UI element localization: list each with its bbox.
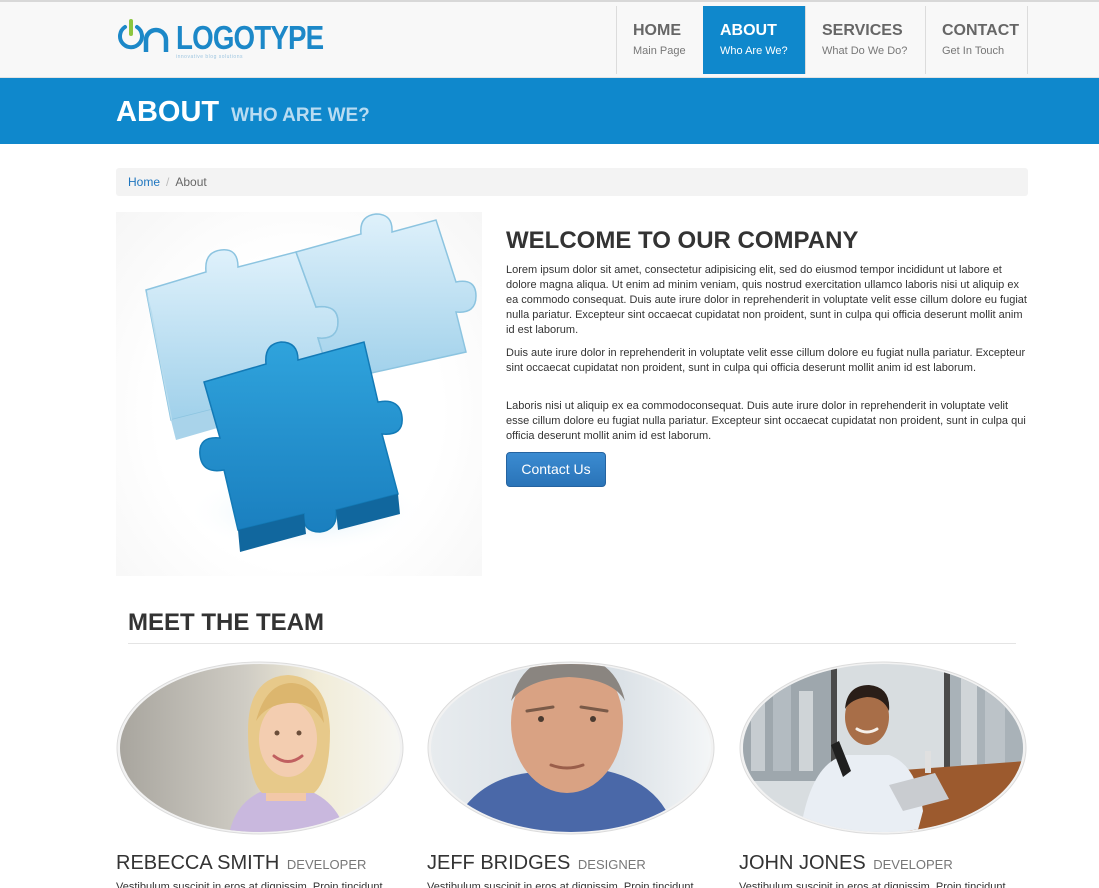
nav-title: CONTACT — [942, 22, 1020, 39]
nav-item-home[interactable]: HOME Main Page — [616, 6, 703, 74]
nav-item-services[interactable]: SERVICES What Do We Do? — [805, 6, 925, 74]
nav-subtitle: Get In Touch — [942, 45, 1005, 57]
team-member-name: JEFF BRIDGES DESIGNER — [427, 851, 646, 877]
top-navbar: LOGOTYPE innovative blog solutions HOME … — [0, 0, 1099, 78]
welcome-paragraph-3: Laboris nisi ut aliquip ex ea commodocon… — [506, 400, 1026, 442]
puzzle-pieces-illustration — [145, 213, 477, 552]
team-member-bio: Vestibulum suscipit in eros at dignissim… — [739, 881, 1006, 888]
member-role: DEVELOPER — [873, 857, 953, 872]
welcome-heading: WELCOME TO OUR COMPANY — [506, 227, 859, 254]
page-subtitle: WHO ARE WE? — [231, 105, 370, 126]
member-role: DESIGNER — [577, 857, 646, 872]
breadcrumb-separator: / — [166, 175, 170, 189]
nav-subtitle: Main Page — [633, 45, 686, 57]
nav-item-about[interactable]: ABOUT Who Are We? — [703, 6, 805, 74]
nav-title: SERVICES — [822, 22, 903, 39]
member-name-text: JEFF BRIDGES — [427, 852, 571, 874]
breadcrumb: Home / About — [116, 168, 1028, 196]
team-heading: MEET THE TEAM — [128, 609, 324, 636]
nav-subtitle: What Do We Do? — [822, 45, 908, 57]
team-photo-rebecca — [116, 661, 404, 835]
page-banner: ABOUT WHO ARE WE? — [0, 78, 1099, 144]
team-member-name: JOHN JONES DEVELOPER — [739, 851, 953, 877]
logo-text: LOGOTYPE — [176, 19, 324, 56]
team-member-name: REBECCA SMITH DEVELOPER — [116, 851, 366, 877]
page-title-main: ABOUT — [116, 96, 220, 128]
team-member-bio: Vestibulum suscipit in eros at dignissim… — [427, 881, 694, 888]
logo[interactable]: LOGOTYPE innovative blog solutions — [116, 18, 324, 62]
team-photo-jeff — [427, 661, 715, 835]
welcome-paragraph-1: Lorem ipsum dolor sit amet, consectetur … — [506, 264, 1027, 336]
welcome-paragraph-2: Duis aute irure dolor in reprehenderit i… — [506, 347, 1026, 374]
puzzle-image — [116, 212, 482, 576]
breadcrumb-home-link[interactable]: Home — [128, 175, 160, 189]
nav-title: HOME — [633, 22, 681, 39]
breadcrumb-current: About — [175, 175, 207, 189]
page-title: ABOUT WHO ARE WE? — [116, 96, 370, 132]
logo-tagline: innovative blog solutions — [176, 54, 243, 60]
member-role: DEVELOPER — [286, 857, 367, 872]
team-photo-john — [739, 661, 1027, 835]
nav-subtitle: Who Are We? — [720, 45, 788, 57]
team-divider — [128, 643, 1016, 644]
contact-us-button[interactable]: Contact Us — [506, 452, 606, 487]
nav-title: ABOUT — [720, 22, 777, 39]
power-toggle-icon — [118, 19, 169, 52]
member-name-text: REBECCA SMITH — [116, 852, 280, 874]
nav-item-contact[interactable]: CONTACT Get In Touch — [925, 6, 1028, 74]
team-member-bio: Vestibulum suscipit in eros at dignissim… — [116, 881, 383, 888]
member-name-text: JOHN JONES — [739, 852, 866, 874]
